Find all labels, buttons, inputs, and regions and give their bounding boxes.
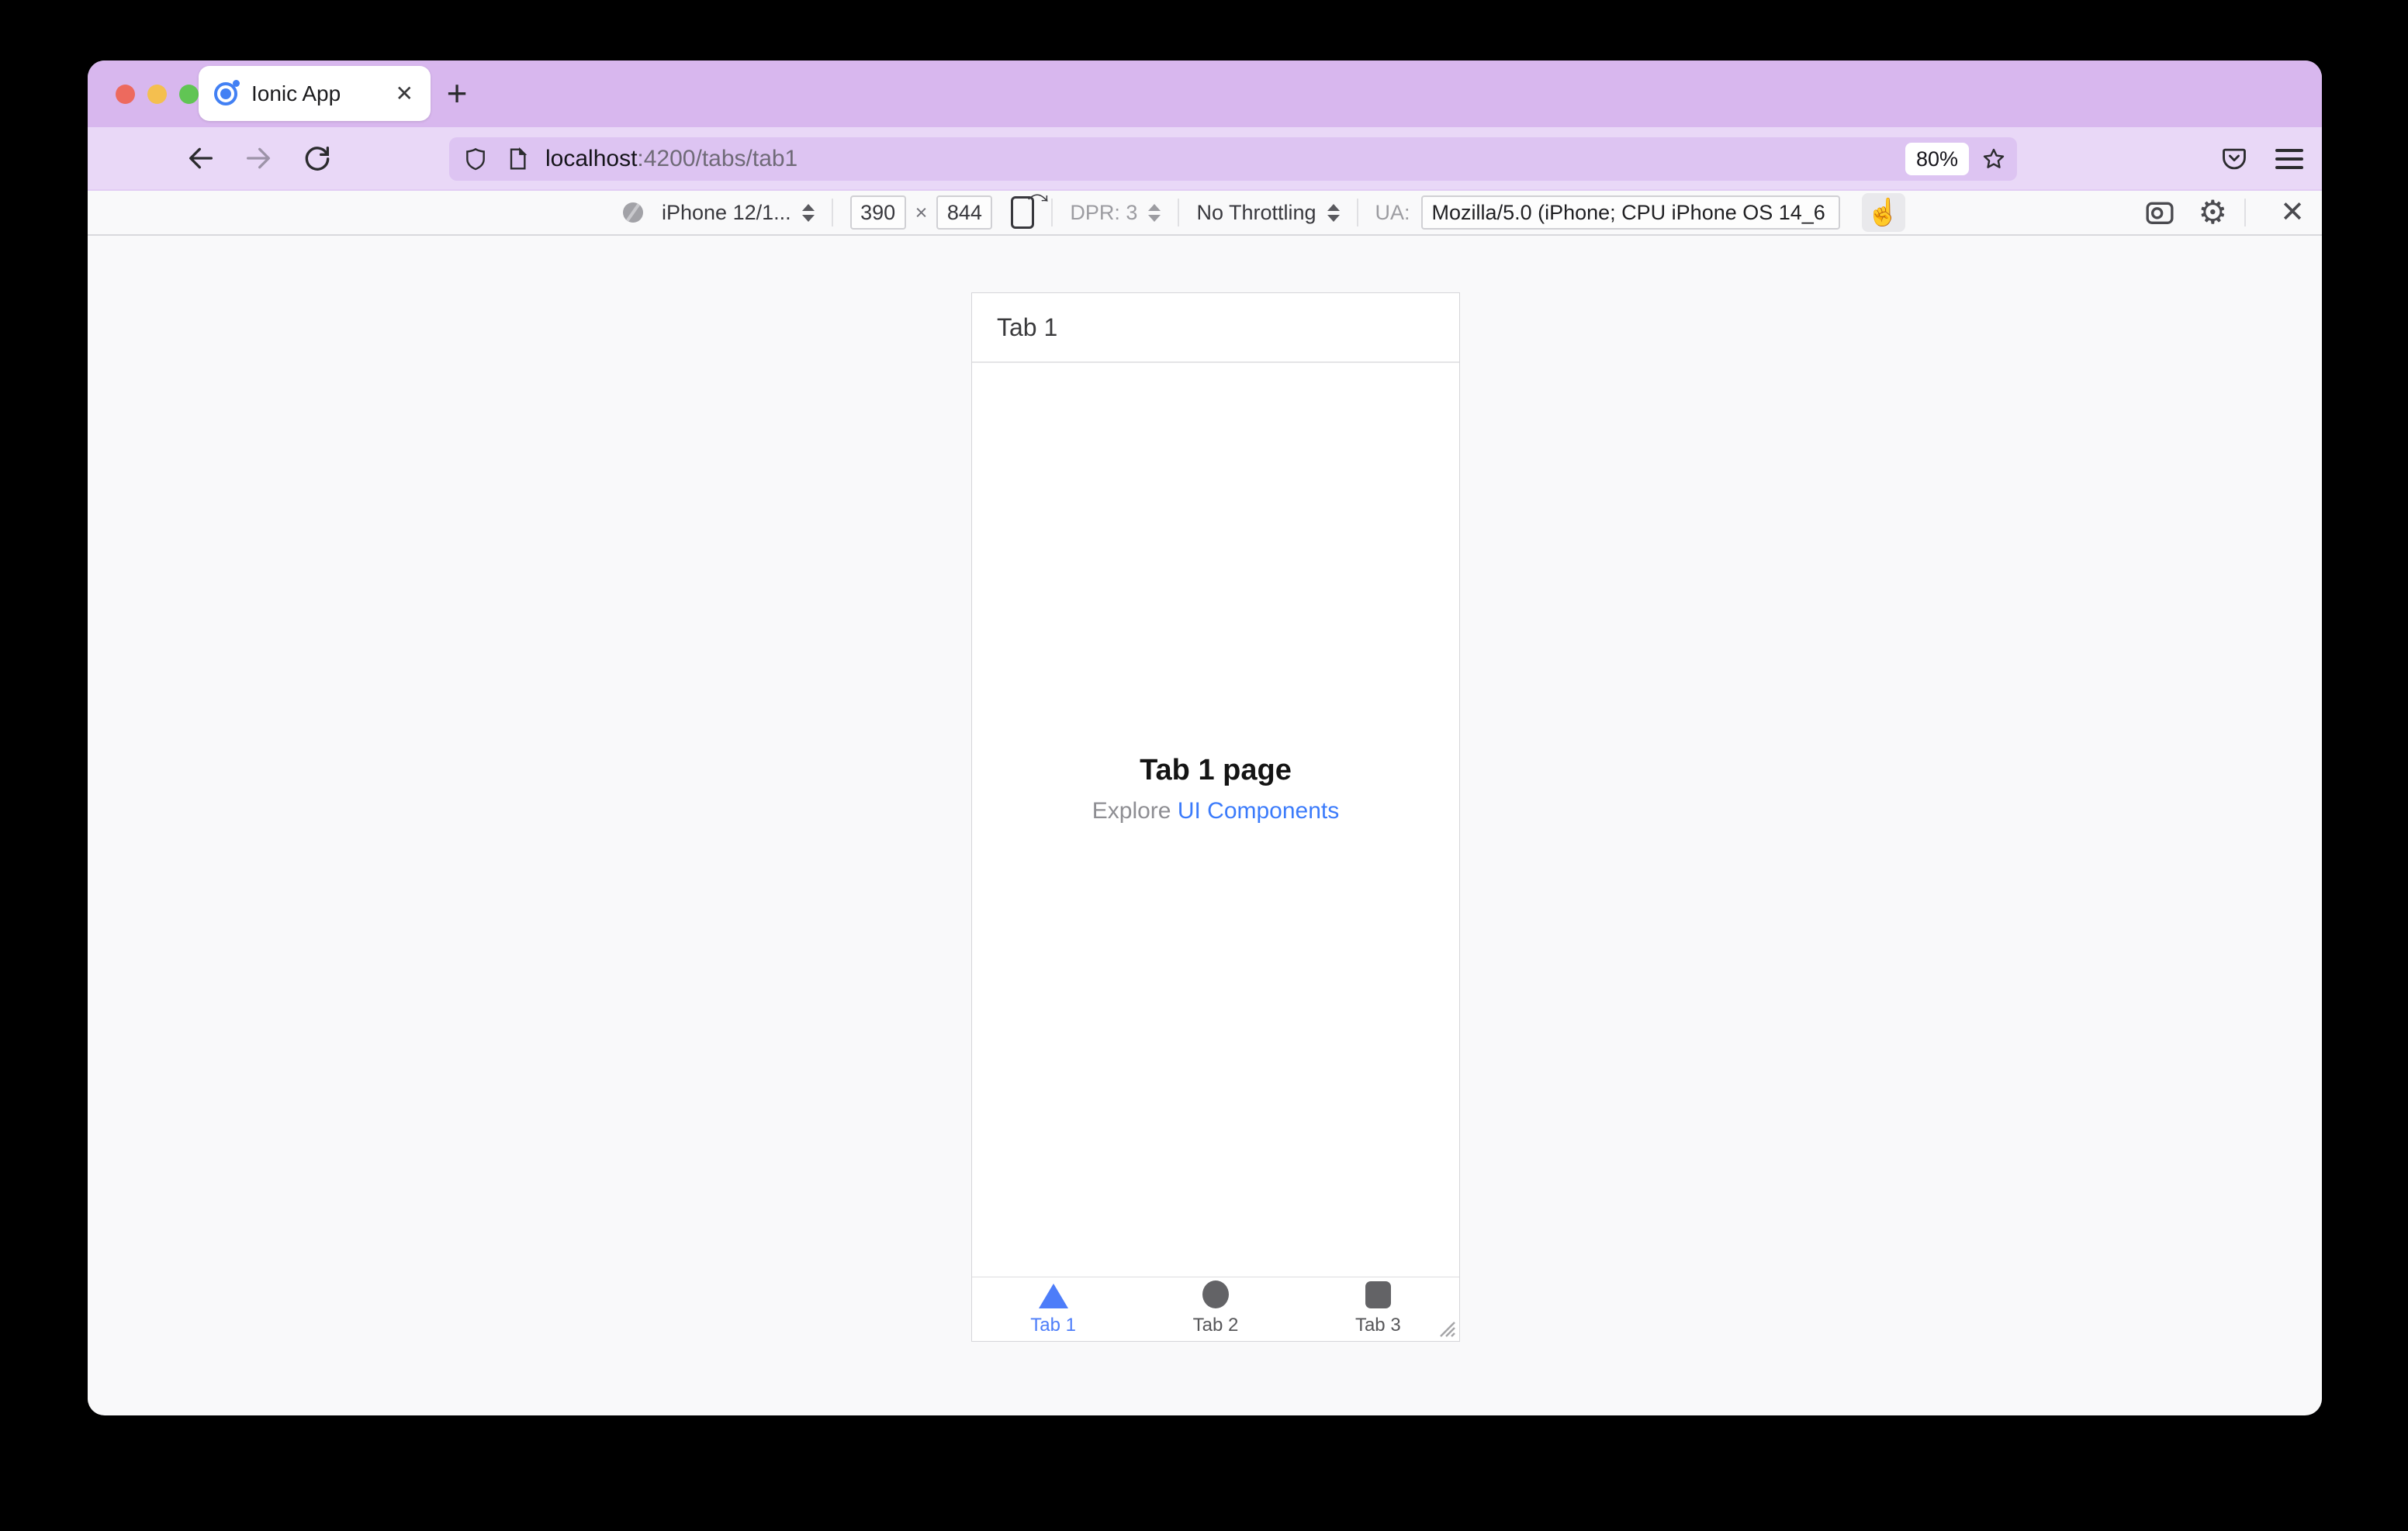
page-info-icon[interactable]	[505, 147, 530, 171]
touch-simulation-button[interactable]: ☝	[1861, 193, 1905, 232]
separator	[2244, 199, 2247, 226]
close-tab-icon[interactable]: ✕	[393, 80, 417, 108]
new-tab-button[interactable]: +	[435, 71, 479, 115]
tab-title: Ionic App	[251, 81, 341, 105]
url-text: localhost:4200/tabs/tab1	[545, 146, 1905, 172]
content-area: Tab 1 Tab 1 page Explore UI Components T…	[88, 236, 2322, 1414]
square-icon	[1365, 1281, 1391, 1308]
ui-components-link[interactable]: UI Components	[1178, 798, 1339, 824]
tabbar-item-tab2[interactable]: Tab 2	[1134, 1277, 1296, 1341]
dimensions-times-label: ×	[915, 200, 928, 224]
zoom-window-button[interactable]	[179, 85, 199, 104]
tabbar-label: Tab 2	[1192, 1315, 1239, 1336]
page-title: Tab 1 page	[1140, 754, 1292, 786]
tabbar-item-tab1[interactable]: Tab 1	[972, 1277, 1134, 1341]
forward-button[interactable]	[243, 143, 274, 174]
separator	[1356, 199, 1358, 226]
device-selector-stepper-icon[interactable]	[801, 203, 815, 222]
phone-viewport: Tab 1 Tab 1 page Explore UI Components T…	[971, 292, 1460, 1342]
ua-label: UA:	[1375, 200, 1410, 224]
viewport-width-input[interactable]	[849, 195, 906, 230]
close-rdm-icon[interactable]: ✕	[2280, 198, 2305, 227]
window-titlebar: Ionic App ✕ +	[88, 60, 2322, 127]
url-path: :4200/tabs/tab1	[637, 146, 798, 171]
phone-header: Tab 1	[972, 293, 1459, 363]
viewport-resize-handle[interactable]	[1433, 1315, 1456, 1338]
url-host: localhost	[545, 146, 638, 171]
close-window-button[interactable]	[116, 85, 135, 104]
menu-icon[interactable]	[2275, 149, 2303, 169]
separator	[831, 199, 833, 226]
url-bar[interactable]: localhost:4200/tabs/tab1 80%	[449, 137, 2017, 181]
tabbar-label: Tab 1	[1030, 1315, 1077, 1336]
triangle-icon	[1038, 1282, 1068, 1308]
user-agent-input[interactable]	[1420, 195, 1840, 230]
device-browser-icon	[623, 202, 643, 223]
touch-pointer-icon: ☝	[1867, 198, 1900, 227]
toolbar-right-icons	[2219, 127, 2303, 191]
throttling-selector[interactable]: No Throttling	[1196, 201, 1316, 225]
reload-button[interactable]	[302, 143, 333, 174]
traffic-lights	[116, 85, 199, 104]
back-button[interactable]	[185, 143, 216, 174]
dpr-selector[interactable]: DPR: 3	[1070, 201, 1137, 225]
ionic-favicon-icon	[214, 79, 240, 105]
rdm-right-group: ⚙ ✕	[2144, 196, 2305, 229]
rotate-viewport-icon[interactable]	[1011, 196, 1035, 229]
page-caption: Explore UI Components	[972, 798, 1459, 824]
tabbar-label: Tab 3	[1354, 1315, 1401, 1336]
navigation-toolbar: localhost:4200/tabs/tab1 80%	[88, 127, 2322, 191]
phone-header-title: Tab 1	[997, 313, 1058, 341]
responsive-design-toolbar: iPhone 12/1... × DPR: 3 No Throttling UA…	[88, 191, 2322, 236]
screenshot-camera-icon[interactable]	[2144, 197, 2175, 228]
separator	[1178, 199, 1180, 226]
shield-icon[interactable]	[463, 147, 488, 171]
pocket-icon[interactable]	[2219, 144, 2249, 174]
browser-window: Ionic App ✕ + localhost:4200/tabs/tab1 8…	[88, 60, 2322, 1415]
device-selector[interactable]: iPhone 12/1...	[662, 201, 791, 225]
dpr-stepper-icon[interactable]	[1148, 203, 1161, 222]
settings-gear-icon[interactable]: ⚙	[2199, 196, 2228, 229]
minimize-window-button[interactable]	[147, 85, 167, 104]
rdm-left-group: iPhone 12/1... × DPR: 3 No Throttling UA…	[623, 191, 1905, 234]
throttling-stepper-icon[interactable]	[1327, 203, 1340, 222]
phone-tabbar: Tab 1 Tab 2 Tab 3	[972, 1277, 1459, 1341]
circle-icon	[1202, 1280, 1229, 1308]
viewport-height-input[interactable]	[936, 195, 993, 230]
browser-tab[interactable]: Ionic App ✕	[199, 66, 431, 121]
phone-main-content: Tab 1 page Explore UI Components	[972, 754, 1459, 824]
zoom-level-badge[interactable]: 80%	[1905, 143, 1969, 175]
caption-prefix: Explore	[1092, 798, 1178, 824]
bookmark-star-icon[interactable]	[1981, 147, 2006, 171]
